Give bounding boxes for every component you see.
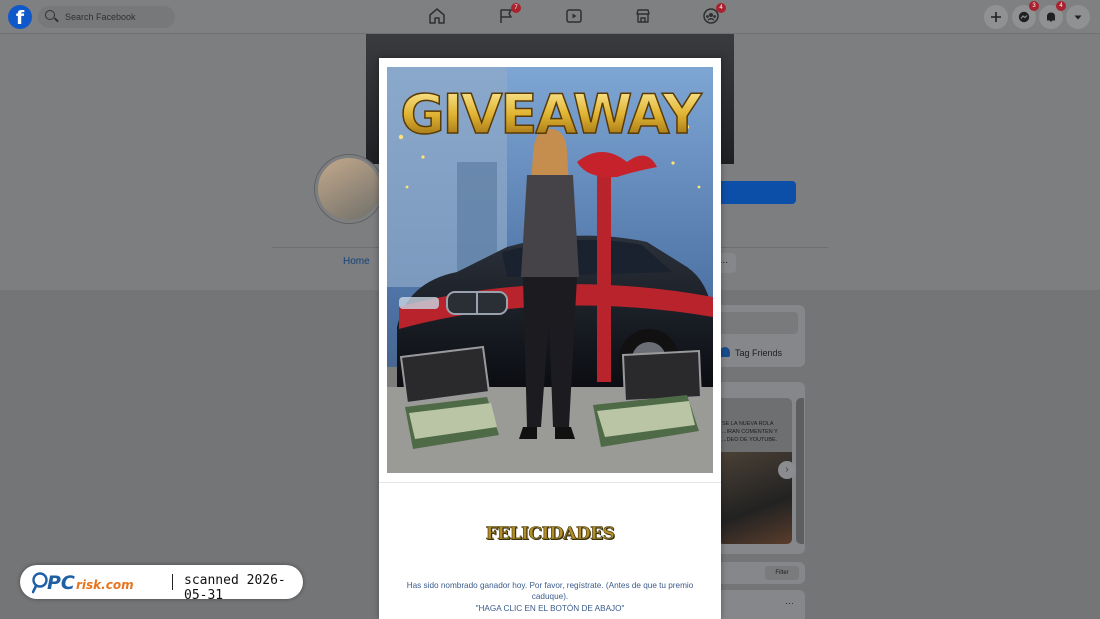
pcrisk-logo-icon: PC risk.com (32, 572, 134, 594)
filter-button[interactable]: Filter (765, 566, 799, 580)
tag-friends-icon (720, 347, 730, 357)
groups-badge: 4 (716, 3, 726, 13)
story-text: SE LA NUEVA ROLA ...IRAN COMENTEN Y ...D… (722, 421, 778, 443)
caret-down-icon (1074, 15, 1082, 20)
congratulations-heading: FELICIDADES (485, 524, 615, 545)
messenger-button[interactable]: 3 (1012, 1, 1039, 29)
tag-friends-label: Tag Friends (735, 348, 783, 358)
giveaway-image[interactable]: GIVEAWAY (387, 67, 713, 473)
tab-home[interactable]: Home (343, 256, 370, 267)
create-button[interactable] (984, 5, 1008, 29)
search-box[interactable] (38, 6, 175, 28)
click-button-cta: "HAGA CLIC EN EL BOTÓN DE ABAJO" (475, 604, 625, 613)
profile-avatar[interactable] (315, 155, 383, 223)
groups-icon[interactable]: 4 (702, 3, 726, 25)
pages-flag-icon[interactable]: 7 (497, 3, 521, 25)
marketplace-icon[interactable] (634, 7, 652, 25)
plus-icon (991, 12, 1001, 22)
tag-friends-button[interactable]: Tag Friends (720, 347, 782, 358)
watermark-separator (172, 574, 173, 590)
watch-video-icon[interactable] (565, 7, 583, 25)
account-menu-button[interactable] (1066, 5, 1090, 29)
svg-text:PC: PC (47, 572, 75, 594)
story-item-next[interactable] (796, 398, 804, 544)
search-input[interactable] (65, 9, 165, 25)
top-navigation-bar: f 7 4 3 4 (0, 0, 1100, 34)
messenger-icon (1018, 11, 1030, 23)
facebook-logo-icon[interactable]: f (8, 5, 32, 29)
home-icon[interactable] (428, 7, 446, 25)
search-icon (45, 10, 55, 20)
story-next-arrow-icon[interactable]: › (778, 461, 796, 479)
notifications-badge: 4 (1056, 1, 1066, 11)
modal-divider (379, 482, 721, 483)
create-post-input[interactable] (716, 312, 798, 334)
bell-icon (1047, 12, 1055, 22)
giveaway-popup: GIVEAWAY FELICIDADES Has sido nombrado g… (379, 58, 721, 619)
messenger-badge: 3 (1029, 1, 1039, 11)
winner-message: Has sido nombrado ganador hoy. Por favor… (406, 581, 694, 601)
scan-date-label: scanned 2026-05-31 (184, 573, 286, 603)
post-menu-icon[interactable]: … (785, 596, 795, 606)
pcrisk-watermark-badge: PC risk.com scanned 2026-05-31 (20, 565, 303, 603)
notifications-button[interactable]: 4 (1039, 1, 1066, 29)
flag-badge: 7 (511, 3, 521, 13)
giveaway-title: GIVEAWAY (400, 83, 702, 146)
svg-text:risk.com: risk.com (76, 578, 134, 592)
